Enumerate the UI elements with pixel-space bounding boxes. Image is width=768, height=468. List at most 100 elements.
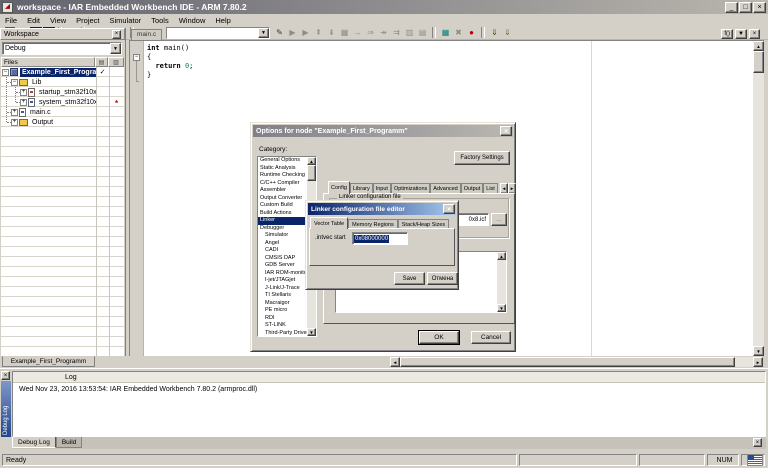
category-macraigor[interactable]: Macraigor: [258, 300, 307, 308]
category-debugger[interactable]: Debugger: [258, 225, 307, 233]
code-line: }: [147, 71, 193, 80]
scrollbar-thumb[interactable]: [307, 165, 316, 181]
category-j-link-j-trace[interactable]: J-Link/J-Trace: [258, 285, 307, 293]
menu-simulator[interactable]: Simulator: [105, 15, 147, 26]
category-st-link[interactable]: ST-LINK: [258, 322, 307, 330]
category-iar-rom-monitor[interactable]: IAR ROM-monitor: [258, 270, 307, 278]
menu-edit[interactable]: Edit: [22, 15, 45, 26]
menu-window[interactable]: Window: [174, 15, 211, 26]
scroll-left-icon[interactable]: ◄: [390, 357, 400, 367]
category-custom-build[interactable]: Custom Build: [258, 202, 307, 210]
tree-item-main-c[interactable]: +main.c: [1, 107, 124, 117]
chevron-down-icon[interactable]: ▼: [110, 43, 121, 54]
expand-icon[interactable]: +: [20, 89, 27, 96]
workspace-panel: Workspace × Debug ▼ Files ▤ ▥ −Example_F…: [0, 28, 126, 356]
tab-vector-table[interactable]: Vector Table: [310, 217, 348, 229]
scroll-up-icon[interactable]: ▲: [497, 252, 506, 260]
editor-horizontal-scrollbar[interactable]: ◄ ►: [390, 357, 763, 367]
intvec-start-field[interactable]: 0x08000000: [352, 232, 408, 245]
editor-close-icon[interactable]: ×: [749, 29, 760, 39]
menu-help[interactable]: Help: [210, 15, 235, 26]
category-gdb-server[interactable]: GDB Server: [258, 262, 307, 270]
options-dialog-titlebar[interactable]: Options for node "Example_First_Programm…: [253, 125, 513, 137]
menu-view[interactable]: View: [45, 15, 71, 26]
chevron-down-icon[interactable]: ▼: [735, 29, 747, 39]
build-column-header-icon[interactable]: ▥: [108, 57, 124, 67]
print-margin-line: [591, 41, 592, 356]
ok-button[interactable]: OK: [419, 331, 459, 344]
tree-item-system-stm32f10x-c[interactable]: +system_stm32f10x.c*: [1, 97, 124, 107]
category-angel[interactable]: Angel: [258, 240, 307, 248]
go-to-function-button[interactable]: f(): [721, 29, 733, 39]
category-output-converter[interactable]: Output Converter: [258, 195, 307, 203]
files-column-header[interactable]: Files: [1, 57, 95, 67]
category-cadi[interactable]: CADI: [258, 247, 307, 255]
menu-tools[interactable]: Tools: [146, 15, 174, 26]
expand-icon[interactable]: +: [20, 99, 27, 106]
category-third-party-driver[interactable]: Third-Party Driver: [258, 330, 307, 337]
category-linker[interactable]: Linker: [258, 217, 307, 225]
menu-file[interactable]: File: [0, 15, 22, 26]
browse-button[interactable]: ...: [491, 213, 507, 226]
code-text[interactable]: int main(){ return 0;}: [147, 44, 193, 80]
scroll-down-icon[interactable]: ▼: [497, 304, 506, 312]
collapse-icon[interactable]: −: [11, 79, 18, 86]
tree-item-main: +startup_stm32f10x_md.s: [1, 87, 96, 97]
maximize-button[interactable]: □: [739, 2, 752, 13]
tree-item-example-first-program[interactable]: −Example_First_Program...✓: [1, 67, 124, 77]
category-ti-stellaris[interactable]: TI Stellaris: [258, 292, 307, 300]
log-tab-build[interactable]: Build: [56, 437, 82, 448]
fold-marker[interactable]: −: [133, 54, 140, 61]
save-button[interactable]: Save: [394, 272, 425, 285]
symbol-box-scrollbar[interactable]: ▲ ▼: [497, 252, 506, 312]
configuration-dropdown[interactable]: Debug ▼: [2, 42, 122, 55]
category-simulator[interactable]: Simulator: [258, 232, 307, 240]
workspace-close-icon[interactable]: ×: [112, 30, 121, 39]
category-static-analysis[interactable]: Static Analysis: [258, 165, 307, 173]
scroll-down-icon[interactable]: ▼: [307, 328, 316, 336]
options-column-header-icon[interactable]: ▤: [95, 57, 108, 67]
category-rdi[interactable]: RDI: [258, 315, 307, 323]
log-tab-debug-log[interactable]: Debug Log: [12, 437, 56, 448]
scroll-right-icon[interactable]: ►: [753, 357, 763, 367]
us-flag-icon[interactable]: [747, 454, 763, 466]
checkmark-icon: ✓: [100, 69, 106, 76]
category-build-actions[interactable]: Build Actions: [258, 210, 307, 218]
tree-item-output[interactable]: +Output: [1, 117, 124, 127]
editor-vertical-scrollbar[interactable]: ▲ ▼: [753, 41, 764, 356]
dialog-cancel-button[interactable]: Отмена: [427, 272, 458, 285]
category-pe-micro[interactable]: PE micro: [258, 307, 307, 315]
factory-settings-button[interactable]: Factory Settings: [454, 151, 510, 165]
scrollbar-thumb[interactable]: [753, 51, 764, 73]
minimize-button[interactable]: _: [725, 2, 738, 13]
scroll-down-icon[interactable]: ▼: [753, 346, 764, 356]
log-close-icon[interactable]: ×: [1, 371, 10, 380]
category-runtime-checking[interactable]: Runtime Checking: [258, 172, 307, 180]
linker-editor-titlebar[interactable]: Linker configuration file editor ×: [308, 203, 456, 215]
close-button[interactable]: ×: [753, 2, 766, 13]
log-pane-close-icon[interactable]: ×: [753, 438, 762, 447]
scroll-up-icon[interactable]: ▲: [307, 157, 316, 165]
linker-editor-dialog: Linker configuration file editor × Vecto…: [305, 200, 459, 290]
expand-icon[interactable]: +: [11, 119, 18, 126]
tree-item-lib[interactable]: −Lib: [1, 77, 124, 87]
workspace-bottom-tab[interactable]: Example_First_Programm: [2, 356, 95, 367]
options-close-icon[interactable]: ×: [500, 126, 512, 136]
editor-tab-main-c[interactable]: main.c: [131, 29, 162, 40]
category-c-c-compiler[interactable]: C/C++ Compiler: [258, 180, 307, 188]
log-vertical-title[interactable]: Debug Log: [1, 381, 11, 437]
category-cmsis-dap[interactable]: CMSIS DAP: [258, 255, 307, 263]
category-general-options[interactable]: General Options: [258, 157, 307, 165]
tree-item-startup-stm32f10x-md-s[interactable]: +startup_stm32f10x_md.s: [1, 87, 124, 97]
cancel-button[interactable]: Cancel: [471, 331, 511, 344]
category-i-jet-jtagjet[interactable]: I-jet/JTAGjet: [258, 277, 307, 285]
menu-project[interactable]: Project: [71, 15, 104, 26]
linker-editor-close-icon[interactable]: ×: [443, 204, 455, 214]
scroll-up-icon[interactable]: ▲: [753, 41, 764, 51]
collapse-icon[interactable]: −: [2, 69, 9, 76]
category-label: Category:: [259, 146, 287, 153]
expand-icon[interactable]: +: [11, 109, 18, 116]
scrollbar-thumb[interactable]: [400, 357, 735, 367]
category-assembler[interactable]: Assembler: [258, 187, 307, 195]
tab-config[interactable]: Config: [328, 181, 350, 194]
